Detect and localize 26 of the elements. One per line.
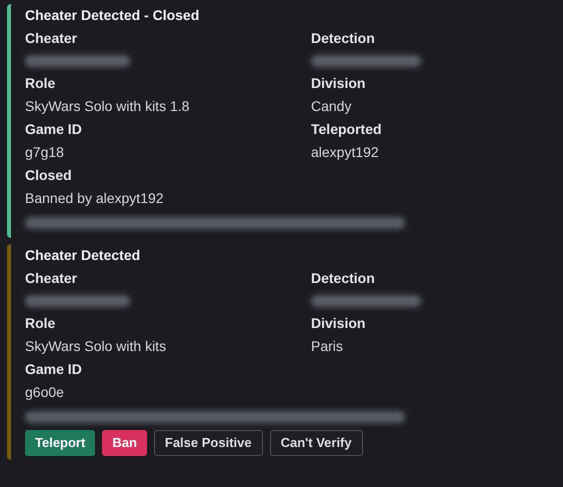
field-label: Division <box>311 74 366 93</box>
field-value: alexpyt192 <box>311 143 380 162</box>
field-value: g7g18 <box>25 143 65 162</box>
embed-title: Cheater Detected <box>25 246 142 265</box>
action-button[interactable]: Ban <box>102 430 147 456</box>
field-label: Role <box>25 74 56 93</box>
action-button[interactable]: Can't Verify <box>270 430 363 456</box>
field-label: Detection <box>311 269 376 288</box>
field-label: Cheater <box>25 29 78 48</box>
field-value: Candy <box>311 97 352 116</box>
field-label: Teleported <box>311 120 383 139</box>
field-label: Detection <box>311 29 376 48</box>
action-button[interactable]: False Positive <box>154 430 263 456</box>
action-button[interactable]: Teleport <box>25 430 96 456</box>
field-label: Game ID <box>25 360 83 379</box>
embed-title: Cheater Detected - Closed <box>25 6 200 25</box>
field-value: SkyWars Solo with kits 1.8 <box>25 97 190 116</box>
field-value: Paris <box>311 337 344 356</box>
field-value: SkyWars Solo with kits <box>25 337 168 356</box>
field-label: Closed <box>25 166 73 185</box>
field-value: Banned by alexpyt192 <box>25 189 165 208</box>
field-label: Game ID <box>25 120 83 139</box>
field-label: Cheater <box>25 269 78 288</box>
field-value: g6o0e <box>25 383 65 402</box>
field-label: Role <box>25 314 56 333</box>
field-label: Division <box>311 314 366 333</box>
